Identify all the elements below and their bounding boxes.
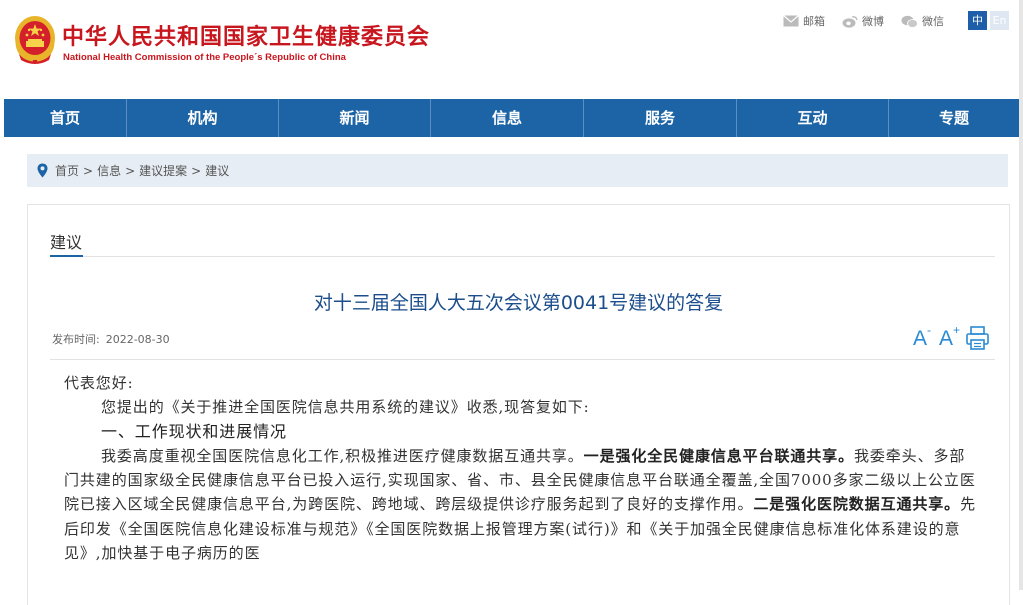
- publish-date-value: 2022-08-30: [105, 333, 170, 346]
- article-card: 建议 对十三届全国人大五次会议第0041号建议的答复 发布时间: 2022-08-…: [27, 204, 1010, 605]
- site-subtitle: National Health Commission of the People…: [63, 52, 346, 63]
- weibo-link[interactable]: 微博: [842, 13, 884, 29]
- publish-date-label: 发布时间:: [52, 333, 100, 346]
- mail-link[interactable]: 邮箱: [783, 13, 825, 29]
- paragraph-text: 我委高度重视全国医院信息化工作,积极推进医疗健康数据互通共享。: [101, 446, 584, 465]
- font-decrease-letter: A: [913, 327, 928, 350]
- breadcrumb-separator: >: [191, 163, 202, 178]
- national-emblem-icon: [15, 16, 55, 64]
- breadcrumb-separator: >: [125, 163, 136, 178]
- print-icon[interactable]: [966, 326, 989, 350]
- wechat-link[interactable]: 微信: [901, 13, 944, 29]
- site-header: 中华人民共和国国家卫生健康委员会 National Health Commiss…: [0, 0, 1019, 98]
- section-divider: [50, 256, 995, 257]
- body-paragraph: 我委高度重视全国医院信息化工作,积极推进医疗健康数据互通共享。一是强化全民健康信…: [64, 444, 979, 565]
- bold-point-2: 二是强化医院数据互通共享。: [753, 495, 961, 514]
- article-body: 代表您好: 您提出的《关于推进全国医院信息共用系统的建议》收悉,现答复如下: 一…: [64, 371, 979, 565]
- lang-en-button[interactable]: En: [990, 11, 1009, 30]
- font-decrease-button[interactable]: A-: [913, 323, 932, 351]
- breadcrumb-suggestions[interactable]: 建议: [205, 162, 229, 179]
- font-increase-button[interactable]: A+: [939, 323, 961, 351]
- breadcrumb-home[interactable]: 首页: [55, 162, 79, 179]
- mail-label: 邮箱: [803, 15, 825, 28]
- breadcrumb-proposals[interactable]: 建议提案: [139, 162, 187, 179]
- main-nav: 首页 机构 新闻 信息 服务 互动 专题: [4, 99, 1019, 137]
- weibo-icon: [842, 15, 858, 28]
- site-title[interactable]: 中华人民共和国国家卫生健康委员会: [62, 19, 430, 51]
- wechat-label: 微信: [922, 15, 944, 28]
- nav-item-topics[interactable]: 专题: [889, 99, 1019, 137]
- publish-date: 发布时间: 2022-08-30: [52, 331, 170, 347]
- window-edge: [1019, 0, 1023, 590]
- font-increase-letter: A: [939, 327, 954, 350]
- nav-item-information[interactable]: 信息: [431, 99, 584, 137]
- breadcrumb-information[interactable]: 信息: [97, 162, 121, 179]
- bold-point-1: 一是强化全民健康信息平台联通共享。: [583, 446, 854, 465]
- nav-item-services[interactable]: 服务: [584, 99, 737, 137]
- font-minus-mark: -: [927, 323, 932, 337]
- section-title: 建议: [50, 233, 83, 252]
- breadcrumb: 首页 > 信息 > 建议提案 > 建议: [27, 154, 1008, 187]
- meta-divider: [50, 359, 995, 360]
- lang-zh-button[interactable]: 中: [968, 11, 987, 30]
- nav-item-organizations[interactable]: 机构: [127, 99, 279, 137]
- section-heading: 一、工作现状和进展情况: [101, 421, 287, 441]
- article-title: 对十三届全国人大五次会议第0041号建议的答复: [313, 292, 724, 314]
- weibo-label: 微博: [862, 15, 884, 28]
- nav-item-news[interactable]: 新闻: [279, 99, 431, 137]
- salutation: 代表您好:: [64, 374, 134, 392]
- intro-paragraph: 您提出的《关于推进全国医院信息共用系统的建议》收悉,现答复如下:: [101, 398, 590, 417]
- nav-item-interaction[interactable]: 互动: [737, 99, 889, 137]
- location-pin-icon: [37, 163, 48, 178]
- breadcrumb-separator: >: [83, 163, 94, 178]
- section-underline: [50, 255, 83, 257]
- font-plus-mark: +: [953, 323, 961, 337]
- wechat-icon: [901, 15, 918, 28]
- mail-icon: [783, 15, 799, 27]
- nav-item-home[interactable]: 首页: [4, 99, 127, 137]
